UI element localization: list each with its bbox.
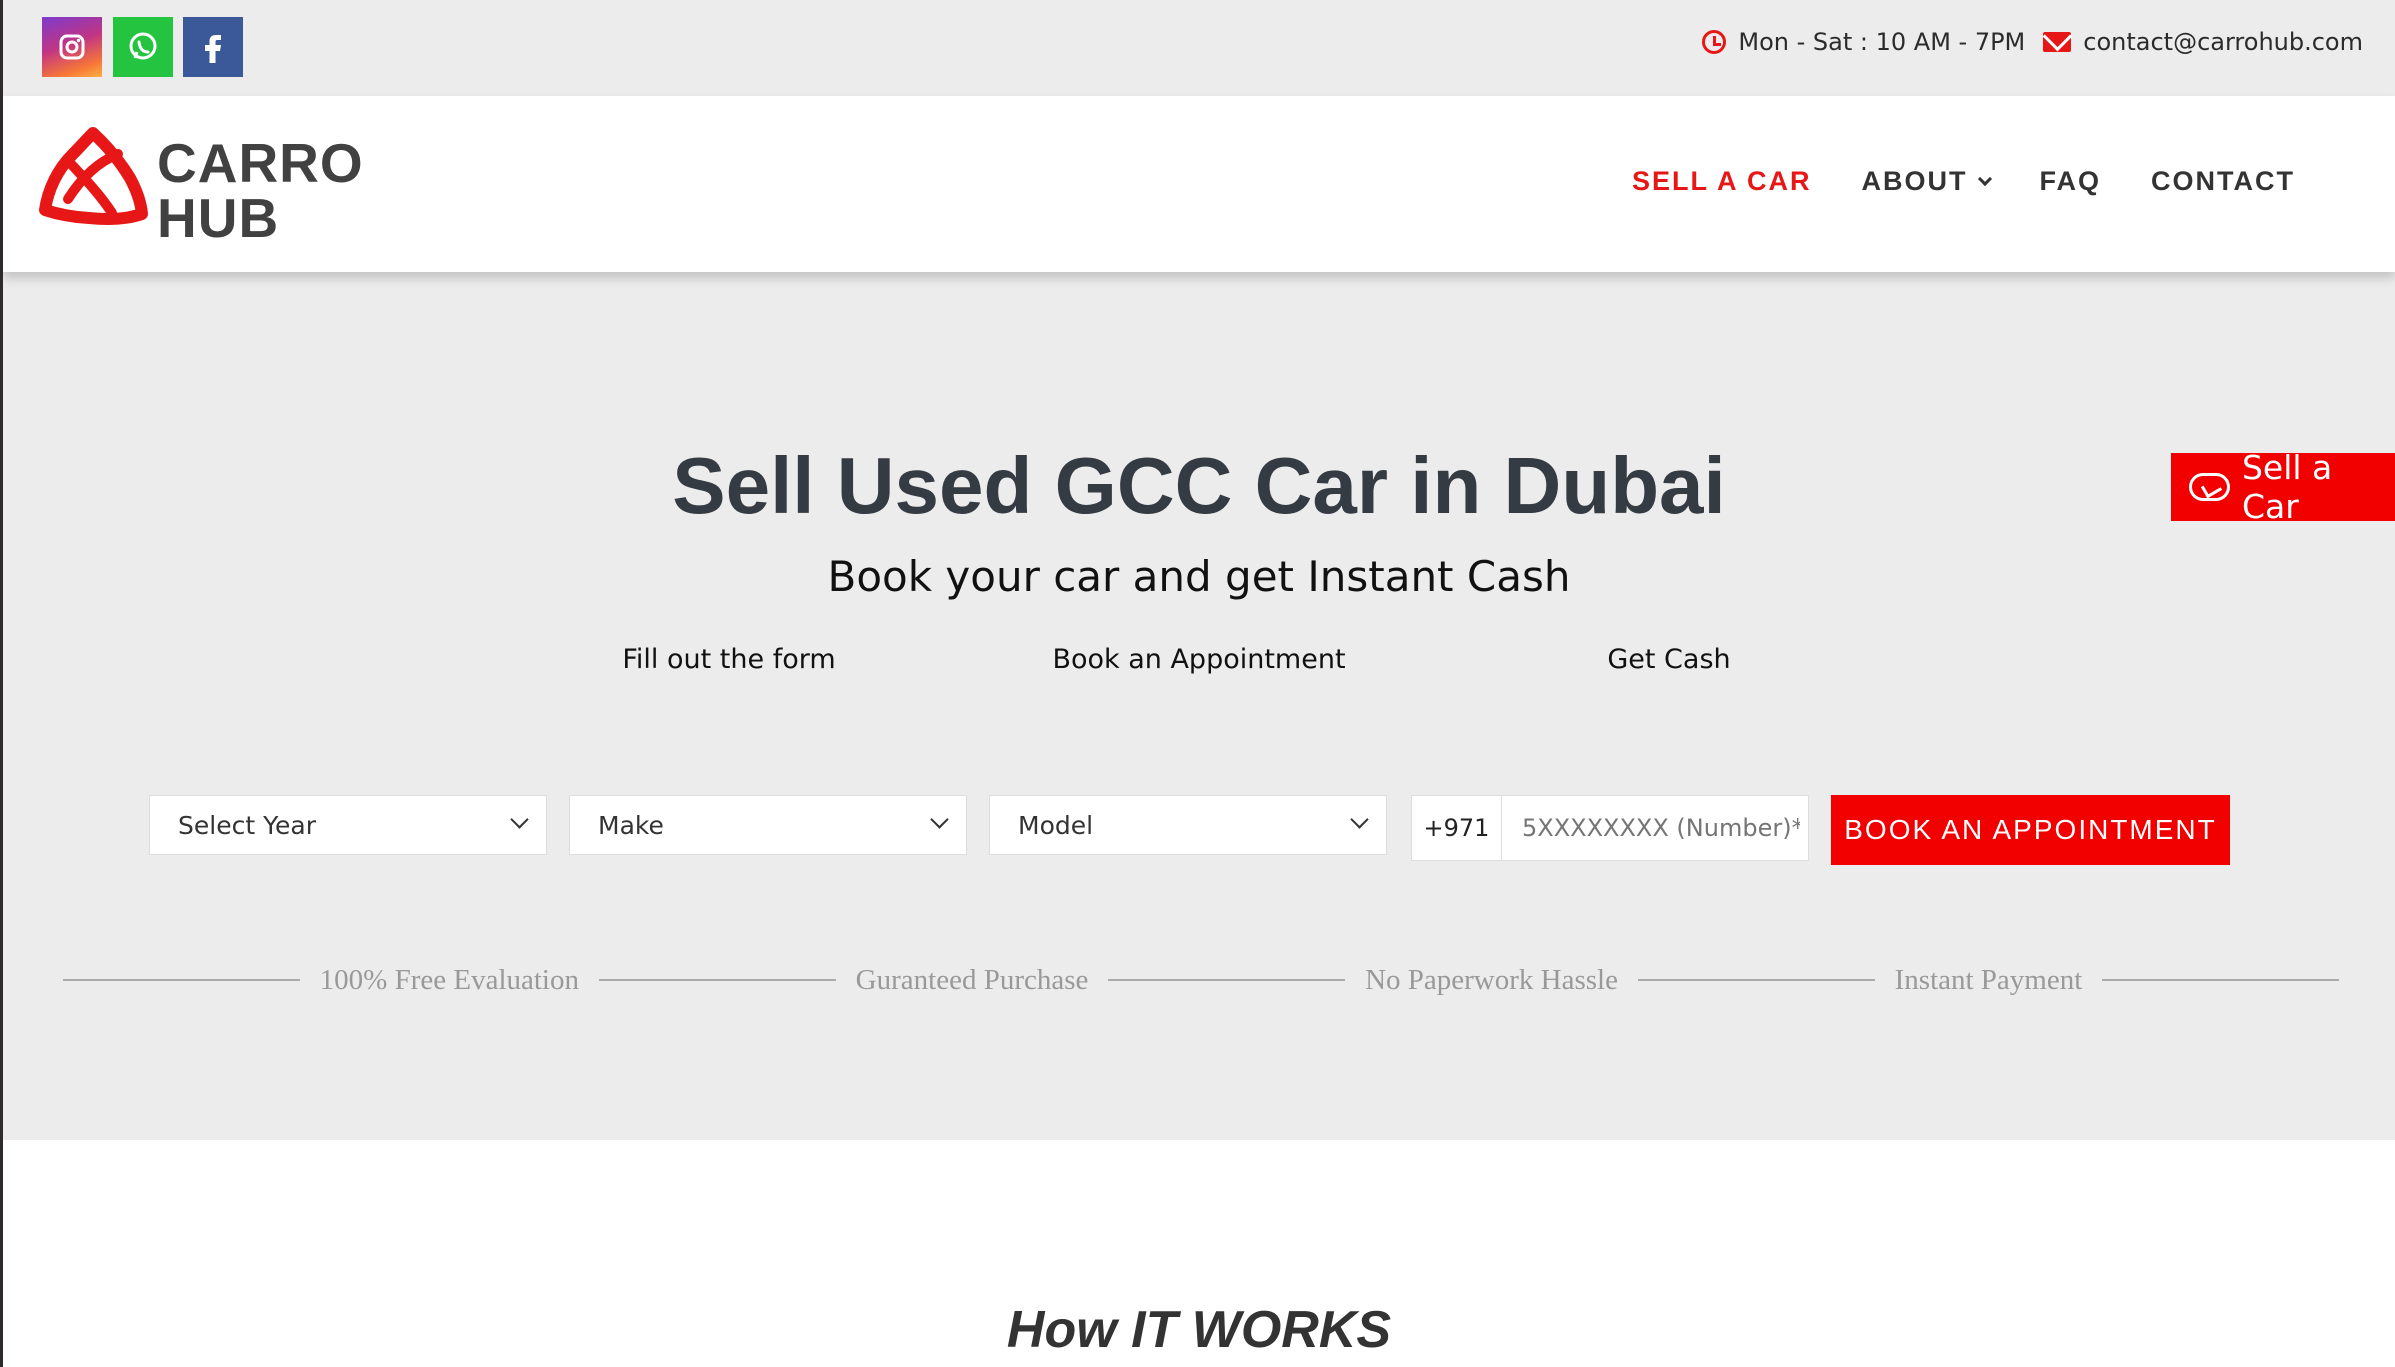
left-edge (0, 0, 3, 1367)
nav-faq[interactable]: FAQ (2040, 166, 2102, 197)
logo-text: CARRO HUB (157, 136, 364, 246)
step-book-appointment: Book an Appointment (1052, 644, 1346, 675)
make-select[interactable]: Make (569, 795, 967, 855)
main-nav: SELL A CAR ABOUT FAQ CONTACT (1632, 166, 2295, 197)
how-it-works-title: How IT WORKS (1006, 1301, 1392, 1359)
feature-divider (599, 979, 836, 981)
top-contact-info: Mon - Sat : 10 AM - 7PM contact@carrohub… (1702, 28, 2363, 56)
hours-item: Mon - Sat : 10 AM - 7PM (1702, 28, 2025, 56)
feature-divider (1108, 979, 1346, 981)
instagram-icon[interactable] (42, 17, 102, 77)
hero-title: Sell Used GCC Car in Dubai (672, 441, 1726, 530)
floating-button-label: Sell a Car (2241, 448, 2333, 526)
chevron-down-icon (510, 810, 529, 829)
facebook-icon[interactable] (183, 17, 243, 77)
steps-list: Fill out the form Book an Appointment Ge… (3, 644, 2395, 675)
year-select[interactable]: Select Year (149, 795, 547, 855)
year-select-value: Select Year (178, 810, 317, 840)
feature-guaranteed-purchase: Guranteed Purchase (855, 963, 1089, 996)
features-strip: 100% Free Evaluation Guranteed Purchase … (63, 960, 2339, 1000)
book-appointment-button[interactable]: BOOK AN APPOINTMENT (1831, 795, 2230, 865)
carrohub-logo[interactable]: CARRO HUB (37, 126, 367, 246)
business-hours: Mon - Sat : 10 AM - 7PM (1738, 28, 2026, 56)
feature-no-paperwork: No Paperwork Hassle (1365, 963, 1618, 996)
how-it-works-section: How IT WORKS (3, 1140, 2395, 1367)
phone-field: +971 (1411, 795, 1809, 861)
whatsapp-glyph (129, 32, 157, 60)
model-select-value: Model (1018, 810, 1094, 840)
clock-icon (1702, 30, 1727, 54)
step-fill-form: Fill out the form (622, 644, 836, 675)
step-get-cash: Get Cash (1607, 644, 1731, 675)
floating-sell-car-button[interactable]: Sell a Car (2171, 448, 2395, 526)
chevron-down-icon (930, 810, 949, 829)
feature-divider (1637, 979, 1875, 981)
make-select-value: Make (598, 810, 664, 840)
nav-faq-label: FAQ (2039, 166, 2102, 196)
nav-contact-label: CONTACT (2151, 166, 2295, 196)
instagram-glyph (59, 34, 85, 60)
mail-icon (2043, 32, 2072, 52)
facebook-glyph (205, 35, 221, 63)
top-bar: Mon - Sat : 10 AM - 7PM contact@carrohub… (0, 0, 2395, 96)
chevron-down-icon (1350, 810, 1369, 829)
nav-contact[interactable]: CONTACT (2151, 166, 2295, 197)
appointment-form: Select Year Make Model +971 BOOK AN APPO… (149, 795, 2230, 870)
logo-line-1: CARRO (157, 132, 364, 194)
model-select[interactable]: Model (989, 795, 1387, 855)
feature-divider (2102, 979, 2339, 981)
hero-subtitle: Book your car and get Instant Cash (827, 552, 1571, 601)
nav-sell-a-car-label: SELL A CAR (1631, 166, 1812, 196)
nav-sell-a-car[interactable]: SELL A CAR (1632, 166, 1812, 197)
handshake-icon (2189, 473, 2230, 501)
chevron-down-icon (1977, 171, 1992, 186)
feature-free-evaluation: 100% Free Evaluation (319, 963, 579, 996)
nav-about-label: ABOUT (1861, 166, 1968, 196)
feature-instant-payment: Instant Payment (1894, 963, 2083, 996)
nav-about[interactable]: ABOUT (1861, 166, 1992, 197)
logo-line-2: HUB (157, 187, 280, 249)
whatsapp-icon[interactable] (113, 17, 173, 77)
feature-divider (63, 979, 300, 981)
email-item[interactable]: contact@carrohub.com (2043, 28, 2363, 56)
logo-mark-icon (39, 127, 148, 225)
hero-section: Sell Used GCC Car in Dubai Book your car… (3, 272, 2395, 1140)
contact-email[interactable]: contact@carrohub.com (2083, 28, 2363, 56)
main-header: CARRO HUB SELL A CAR ABOUT FAQ CONTACT (3, 96, 2395, 272)
phone-input[interactable] (1502, 796, 1802, 860)
phone-prefix: +971 (1412, 796, 1502, 860)
